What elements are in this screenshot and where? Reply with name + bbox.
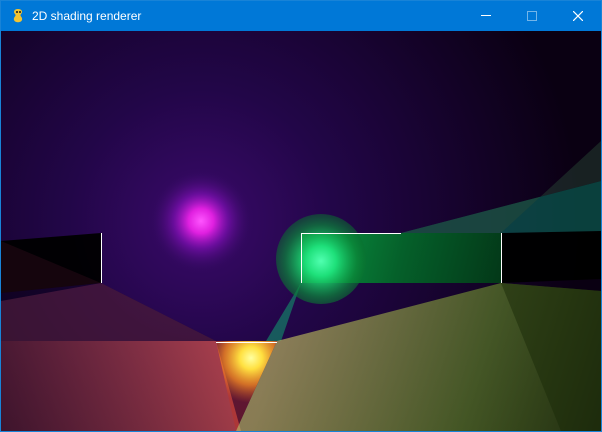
render-canvas[interactable] bbox=[1, 31, 601, 431]
maximize-button[interactable] bbox=[509, 1, 555, 31]
close-button[interactable] bbox=[555, 1, 601, 31]
pygame-snake-icon bbox=[13, 9, 23, 23]
title-bar[interactable]: 2D shading renderer bbox=[1, 1, 601, 31]
maximize-icon bbox=[527, 11, 537, 21]
minimize-icon bbox=[481, 15, 491, 16]
window-title: 2D shading renderer bbox=[32, 9, 142, 23]
app-window: 2D shading renderer bbox=[0, 0, 602, 432]
minimize-button[interactable] bbox=[463, 1, 509, 31]
close-icon bbox=[573, 11, 583, 21]
